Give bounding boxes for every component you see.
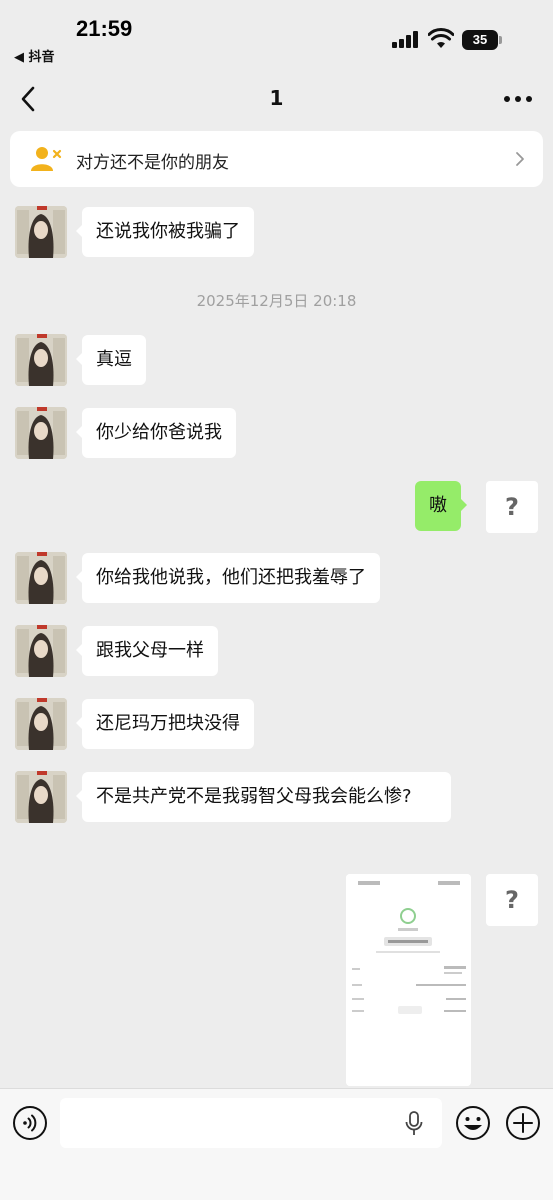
avatar-image [15,334,67,386]
message-bubble-received[interactable]: 还尼玛万把块没得 [76,699,254,749]
not-friend-banner[interactable]: 对方还不是你的朋友 [10,131,543,187]
chat-title: 1 [269,86,284,110]
avatar-image [15,206,67,258]
message-input-bar [0,1088,553,1200]
avatar-image [15,552,67,604]
not-friend-text: 对方还不是你的朋友 [76,153,229,173]
chevron-right-icon [516,152,524,166]
message-bubble-received[interactable]: 还说我你被我骗了 [76,207,254,257]
contact-avatar[interactable] [15,407,67,459]
status-time: 21:59 [76,16,133,41]
battery-icon: 35 [462,30,502,50]
avatar-image [15,625,67,677]
message-bubble-received[interactable]: 跟我父母一样 [76,626,218,676]
message-timestamp: 2025年12月5日 20:18 [196,292,357,310]
more-options-icon[interactable] [498,84,538,114]
wifi-icon [428,28,454,48]
battery-level: 35 [462,30,498,50]
microphone-icon[interactable] [404,1111,424,1137]
contact-avatar[interactable] [15,698,67,750]
message-bubble-received[interactable]: 你给我他说我，他们还把我羞辱了 [76,553,380,603]
status-bar: 21:59 ◀ 抖音 35 [0,0,553,70]
contact-avatar[interactable] [15,552,67,604]
message-text-input[interactable] [60,1098,442,1148]
avatar-image [15,698,67,750]
self-avatar[interactable]: ? [486,481,538,533]
voice-mode-icon[interactable] [12,1105,48,1141]
screenshot-thumbnail [346,874,471,1086]
contact-avatar[interactable] [15,334,67,386]
message-bubble-received[interactable]: 真逗 [76,335,146,385]
avatar-image [15,771,67,823]
contact-avatar[interactable] [15,625,67,677]
emoji-icon[interactable] [455,1105,491,1141]
user-remove-icon [31,147,62,171]
cellular-signal-icon [392,30,420,48]
add-attachment-icon[interactable] [505,1105,541,1141]
contact-avatar[interactable] [15,771,67,823]
message-bubble-received[interactable]: 你少给你爸说我 [76,408,236,458]
contact-avatar[interactable] [15,206,67,258]
self-avatar[interactable]: ? [486,874,538,926]
message-bubble-sent[interactable]: 嗷 [415,481,467,531]
back-to-app-link[interactable]: ◀ 抖音 [14,46,55,65]
avatar-image [15,407,67,459]
sent-image-message[interactable] [346,874,471,1086]
message-bubble-received[interactable]: 不是共产党不是我弱智父母我会能么惨? [76,772,451,822]
chat-header: 1 [0,70,553,128]
